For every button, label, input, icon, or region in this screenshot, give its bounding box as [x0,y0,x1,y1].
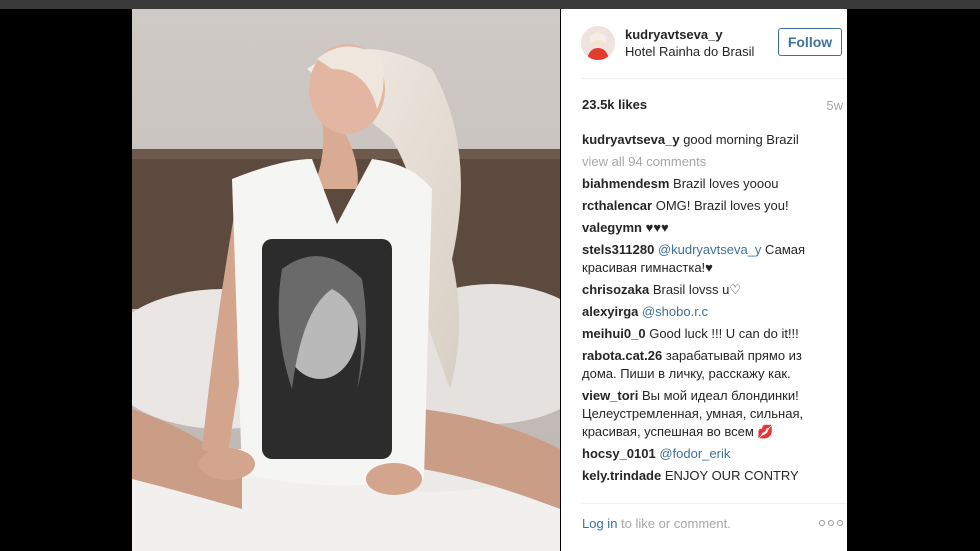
login-prompt-text: to like or comment. [617,516,731,531]
post-age[interactable]: 5w [826,98,843,113]
avatar-image [581,26,615,60]
comment-text: ♥♥♥ [641,220,669,235]
comment: biahmendesm Brazil loves yooou [582,175,827,193]
comment-user[interactable]: hocsy_0101 [582,446,656,461]
comment: chrisozaka Brasil lovss u♡ [582,281,827,299]
comment: valegymn ♥♥♥ [582,219,827,237]
comment: alexyirga @shobo.r.c [582,303,827,321]
divider [581,503,847,504]
post-panel: kudryavtseva_y Hotel Rainha do Brasil Fo… [561,9,847,551]
follow-button[interactable]: Follow [778,28,842,56]
comment-user[interactable]: chrisozaka [582,282,649,297]
comment-user[interactable]: kudryavtseva_y [582,132,680,147]
login-prompt: Log in to like or comment. [582,516,731,531]
comments-list: kudryavtseva_y good morning Brazil view … [582,131,827,489]
comment-user[interactable]: view_tori [582,388,638,403]
comment: hocsy_0101 @fodor_erik [582,445,827,463]
comment-mention[interactable]: @fodor_erik [656,446,730,461]
comment-user[interactable]: meihui0_0 [582,326,646,341]
avatar[interactable] [581,26,615,60]
comment-user[interactable]: stels311280 [582,242,654,257]
comment-text: ENJOY OUR CONTRY [661,468,799,483]
likes-count[interactable]: 23.5k likes [582,97,647,112]
comment: stels311280 @kudryavtseva_y Самая красив… [582,241,827,277]
post-location[interactable]: Hotel Rainha do Brasil [625,44,754,59]
post-username[interactable]: kudryavtseva_y [625,27,723,42]
login-link[interactable]: Log in [582,516,617,531]
comment-mention[interactable]: @kudryavtseva_y [654,242,762,257]
comment: meihui0_0 Good luck !!! U can do it!!! [582,325,827,343]
comment: kely.trindade ENJOY OUR CONTRY [582,467,827,485]
comment-user[interactable]: alexyirga [582,304,638,319]
comment-mention[interactable]: @shobo.r.c [638,304,708,319]
top-strip [0,0,980,9]
comment: view_tori Вы мой идеал блондинки! Целеус… [582,387,827,441]
divider [581,78,847,79]
comment-text: good morning Brazil [679,132,799,147]
comment: rabota.cat.26 зарабатывай прямо из дома.… [582,347,827,383]
comment-text: Brazil loves yooou [669,176,779,191]
comment-text: Brasil lovss u♡ [649,282,742,297]
comment-user[interactable]: valegymn [582,220,642,235]
comment-user[interactable]: rabota.cat.26 [582,348,662,363]
post-header: kudryavtseva_y Hotel Rainha do Brasil Fo… [561,9,847,75]
comment-text: Good luck !!! U can do it!!! [645,326,799,341]
comment-user[interactable]: kely.trindade [582,468,661,483]
comment-user[interactable]: biahmendesm [582,176,669,191]
more-options-icon[interactable] [819,520,843,526]
photo-illustration [132,9,560,551]
caption: kudryavtseva_y good morning Brazil [582,131,827,149]
comment-user[interactable]: rcthalencar [582,198,652,213]
comment: rcthalencar OMG! Brazil loves you! [582,197,827,215]
post-photo[interactable] [132,9,560,551]
comment-text: OMG! Brazil loves you! [652,198,789,213]
view-all-comments-link[interactable]: view all 94 comments [582,153,827,171]
